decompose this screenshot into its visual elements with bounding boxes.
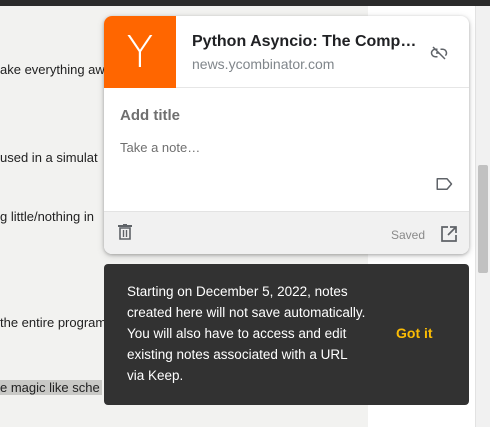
scrollbar-thumb[interactable]: [478, 165, 488, 273]
source-title[interactable]: Python Asyncio: The Complete Guide: [192, 33, 420, 51]
link-off-icon[interactable]: [430, 44, 448, 62]
save-status: Saved: [391, 228, 426, 242]
note-body-input[interactable]: Take a note…: [120, 140, 200, 155]
source-domain: news.ycombinator.com: [192, 56, 335, 72]
open-in-new-icon[interactable]: [441, 226, 457, 242]
label-icon[interactable]: [435, 177, 453, 191]
background-text-line: used in a simulat: [0, 150, 98, 165]
source-favicon: Y: [104, 16, 176, 88]
background-text-line: the entire program: [0, 315, 107, 330]
background-text-line: g little/nothing in: [0, 209, 94, 224]
got-it-button[interactable]: Got it: [396, 325, 433, 341]
source-link-header[interactable]: Y Python Asyncio: The Complete Guide new…: [104, 16, 469, 88]
background-text-line-highlighted: e magic like sche: [0, 380, 102, 395]
background-text-line: ake everything aw: [0, 62, 105, 77]
note-title-input[interactable]: Add title: [120, 107, 180, 124]
toast-message: Starting on December 5, 2022, notes crea…: [127, 284, 366, 383]
note-footer: Saved: [104, 211, 469, 254]
keep-note-card: Y Python Asyncio: The Complete Guide new…: [104, 16, 469, 254]
notice-toast: Starting on December 5, 2022, notes crea…: [104, 264, 469, 405]
trash-icon[interactable]: [118, 224, 132, 240]
